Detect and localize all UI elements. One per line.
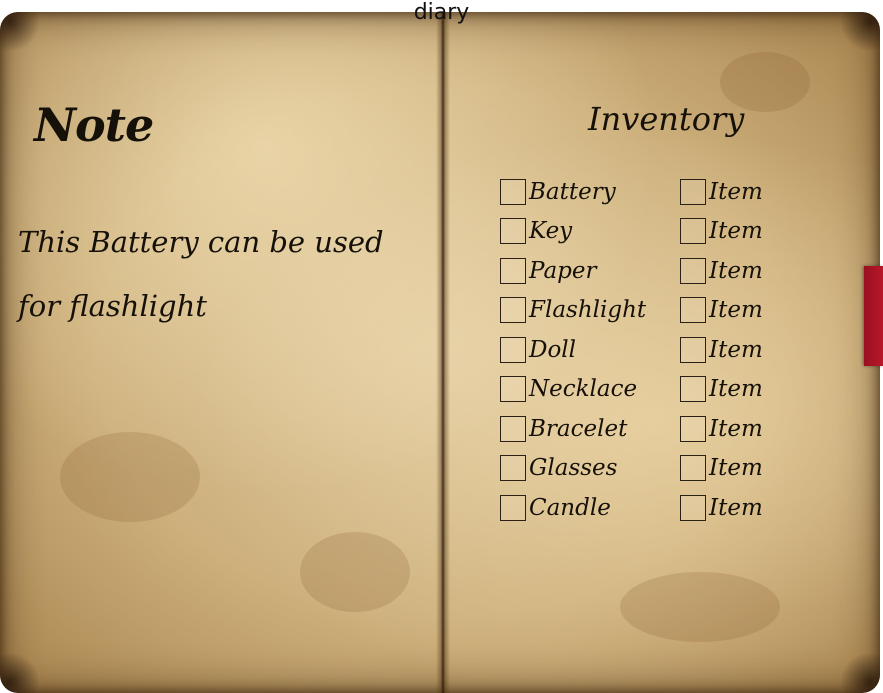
- item-label: Battery: [529, 178, 616, 205]
- checkbox[interactable]: [500, 455, 526, 482]
- item-label: Item: [709, 257, 763, 284]
- checkbox[interactable]: [680, 455, 706, 482]
- note-heading: Note: [34, 98, 154, 152]
- inventory-item-slot[interactable]: Item: [680, 370, 763, 410]
- inventory-item-slot[interactable]: Item: [680, 488, 763, 528]
- checkbox[interactable]: [500, 376, 526, 403]
- inventory-item-key[interactable]: Key: [500, 212, 646, 252]
- book-spine: [436, 12, 450, 693]
- inventory-item-slot[interactable]: Item: [680, 409, 763, 449]
- inventory-item-slot[interactable]: Item: [680, 291, 763, 331]
- inventory-item-flashlight[interactable]: Flashlight: [500, 291, 646, 331]
- checkbox[interactable]: [500, 494, 526, 521]
- item-label: Item: [709, 218, 763, 245]
- inventory-column-left: Battery Key Paper Flashlight Doll Neckla…: [500, 172, 646, 528]
- item-label: Item: [709, 494, 763, 521]
- paper-stain: [60, 432, 200, 522]
- diary-book: Note This Battery can be used for flashl…: [0, 12, 880, 693]
- checkbox[interactable]: [680, 376, 706, 403]
- inventory-item-slot[interactable]: Item: [680, 212, 763, 252]
- item-label: Glasses: [529, 455, 618, 482]
- item-label: Item: [709, 178, 763, 205]
- inventory-item-slot[interactable]: Item: [680, 172, 763, 212]
- checkbox[interactable]: [680, 415, 706, 442]
- inventory-item-slot[interactable]: Item: [680, 251, 763, 291]
- item-label: Item: [709, 376, 763, 403]
- checkbox[interactable]: [500, 415, 526, 442]
- worn-corner: [0, 652, 40, 693]
- item-label: Item: [709, 336, 763, 363]
- inventory-item-bracelet[interactable]: Bracelet: [500, 409, 646, 449]
- inventory-item-doll[interactable]: Doll: [500, 330, 646, 370]
- item-label: Candle: [529, 494, 611, 521]
- item-label: Key: [529, 218, 573, 245]
- inventory-column-right: Item Item Item Item Item Item Item Item …: [680, 172, 763, 528]
- checkbox[interactable]: [680, 336, 706, 363]
- inventory-item-candle[interactable]: Candle: [500, 488, 646, 528]
- inventory-item-slot[interactable]: Item: [680, 330, 763, 370]
- inventory-heading: Inventory: [588, 100, 745, 138]
- item-label: Flashlight: [529, 297, 647, 324]
- item-label: Item: [709, 297, 763, 324]
- note-body: This Battery can be used for flashlight: [18, 225, 384, 323]
- item-label: Bracelet: [529, 415, 628, 442]
- checkbox[interactable]: [500, 336, 526, 363]
- checkbox[interactable]: [680, 178, 706, 205]
- item-label: Necklace: [529, 376, 638, 403]
- item-label: Item: [709, 455, 763, 482]
- checkbox[interactable]: [500, 257, 526, 284]
- item-label: Paper: [529, 257, 597, 284]
- checkbox[interactable]: [680, 257, 706, 284]
- window-title: diary: [413, 0, 470, 25]
- inventory-item-battery[interactable]: Battery: [500, 172, 646, 212]
- item-label: Item: [709, 415, 763, 442]
- item-label: Doll: [529, 336, 576, 363]
- paper-stain: [300, 532, 410, 612]
- inventory-item-paper[interactable]: Paper: [500, 251, 646, 291]
- bookmark-tab[interactable]: [864, 266, 883, 366]
- worn-corner: [840, 652, 880, 693]
- checkbox[interactable]: [680, 494, 706, 521]
- checkbox[interactable]: [680, 218, 706, 245]
- inventory-item-necklace[interactable]: Necklace: [500, 370, 646, 410]
- inventory-item-glasses[interactable]: Glasses: [500, 449, 646, 489]
- checkbox[interactable]: [680, 297, 706, 324]
- checkbox[interactable]: [500, 178, 526, 205]
- checkbox[interactable]: [500, 218, 526, 245]
- paper-stain: [620, 572, 780, 642]
- checkbox[interactable]: [500, 297, 526, 324]
- inventory-item-slot[interactable]: Item: [680, 449, 763, 489]
